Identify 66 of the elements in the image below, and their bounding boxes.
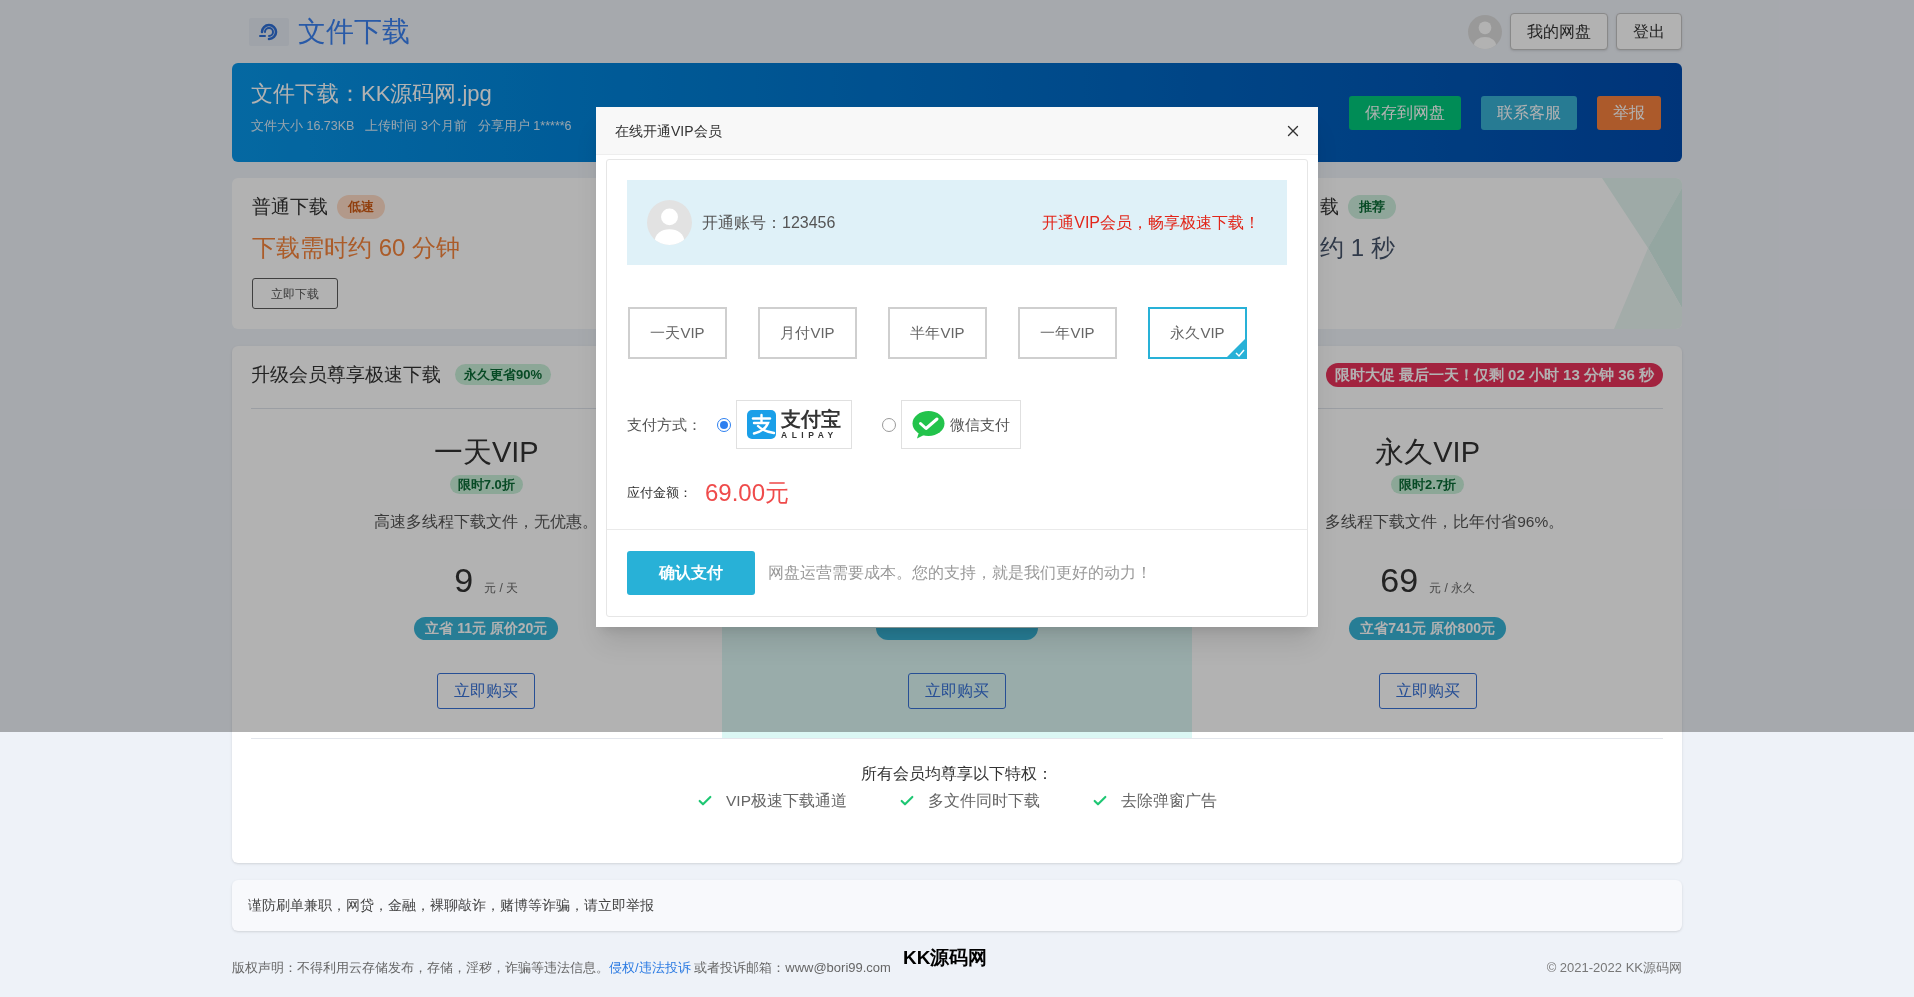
file-meta-text: 分享用户 1*****6 — [477, 118, 572, 134]
perk-text: VIP极速下载通道 — [726, 791, 847, 811]
saving-tag: 立省 11元 原价20元 — [414, 617, 559, 640]
amount-label: 应付金额： — [627, 484, 693, 502]
price-unit: 元 / 天 — [484, 580, 519, 596]
price-unit: 元 / 永久 — [1429, 580, 1476, 596]
option-title: 载 — [1320, 195, 1339, 219]
complaint-link[interactable]: 侵权/违法投诉 — [609, 960, 691, 975]
amount-value: 69.00元 — [705, 478, 790, 508]
buy-button[interactable]: 立即购买 — [1378, 673, 1477, 709]
avatar-icon — [647, 200, 692, 245]
radio-button[interactable] — [717, 417, 731, 432]
plan-name: 永久VIP — [1375, 435, 1481, 470]
plan-option[interactable]: 月付VIP — [758, 307, 857, 359]
payment-name: 支付宝 — [781, 409, 841, 430]
buy-button[interactable]: 立即购买 — [437, 673, 536, 709]
site-title: 文件下载 — [298, 14, 410, 49]
account-text: 开通账号：123456 — [702, 212, 836, 233]
plan-option[interactable]: 一天VIP — [628, 307, 727, 359]
download-time-text: 下载需时约 60 分钟 — [252, 233, 461, 263]
header-button[interactable]: 登出 — [1616, 13, 1682, 50]
buy-button[interactable]: 立即购买 — [908, 673, 1006, 709]
copyright-statement: 版权声明：不得利用云存储发布，存储，淫秽，诈骗等违法信息。侵权/违法投诉 或者投诉邮箱：www@bori99.com — [232, 959, 891, 977]
radio-button[interactable] — [882, 417, 896, 432]
payment-option[interactable]: 微信支付 — [901, 400, 1021, 449]
plan-price: 69 — [1380, 560, 1419, 600]
avatar-icon — [1468, 14, 1502, 49]
copyright-text: © 2021-2022 KK源码网 — [1546, 959, 1682, 977]
plan-name: 一天VIP — [433, 435, 539, 470]
download-button[interactable]: 立即下载 — [252, 278, 338, 309]
support-note: 网盘运营需要成本。您的支持，就是我们更好的动力！ — [768, 563, 1152, 583]
selected-corner-icon — [1225, 337, 1247, 359]
saving-tag: 立省741元 原价800元 — [1349, 617, 1506, 640]
perk-text: 多文件同时下载 — [928, 791, 1040, 811]
payment-label: 支付方式： — [627, 414, 703, 435]
app-logo-icon — [747, 410, 776, 439]
dialog-title: 在线开通VIP会员 — [615, 121, 722, 141]
savings-tag: 永久更省90% — [455, 364, 552, 385]
discount-tag: 限时2.7折 — [1391, 475, 1465, 494]
file-meta-text: 文件大小 16.73KB — [251, 118, 355, 134]
plan-description: 多线程下载文件，比年付省96%。 — [1325, 512, 1565, 532]
discount-tag: 限时7.0折 — [449, 475, 523, 494]
site-logo-text: KK源码网 — [902, 947, 988, 969]
promo-text: 开通VIP会员，畅享极速下载！ — [1042, 212, 1260, 233]
section-title: 升级会员尊享极速下载 — [251, 362, 441, 387]
download-time-text: 约 1 秒 — [1320, 233, 1395, 263]
promo-countdown-tag: 限时大促 最后一天！仅剩 02 小时 13 分钟 36 秒 — [1325, 362, 1663, 387]
speed-tag: 低速 — [337, 195, 385, 219]
speed-tag: 推荐 — [1348, 195, 1396, 219]
notice-text: 谨防刷单兼职，网贷，金融，裸聊敲诈，赌博等诈骗，请立即举报 — [248, 896, 654, 915]
plan-price: 9 — [454, 560, 474, 600]
payment-option[interactable]: 支付宝 ALIPAY — [736, 400, 852, 449]
payment-name: 微信支付 — [950, 414, 1010, 435]
plan-description: 高速多线程下载文件，无优惠。 — [374, 512, 599, 532]
option-title: 普通下载 — [252, 195, 328, 219]
file-title: 文件下载：KK源码网.jpg — [251, 81, 493, 107]
chat-bubble-check-icon — [912, 410, 945, 439]
header-button[interactable]: 我的网盘 — [1510, 13, 1608, 50]
file-meta-text: 上传时间 3个月前 — [365, 118, 467, 134]
perks-title: 所有会员均尊享以下特权： — [861, 764, 1053, 784]
site-logo-icon — [249, 17, 289, 46]
plan-option[interactable]: 永久VIP — [1148, 307, 1247, 359]
perk-text: 去除弹窗广告 — [1121, 791, 1217, 811]
plan-option[interactable]: 半年VIP — [888, 307, 987, 359]
plan-option[interactable]: 一年VIP — [1018, 307, 1117, 359]
payment-subtitle: ALIPAY — [781, 430, 838, 440]
